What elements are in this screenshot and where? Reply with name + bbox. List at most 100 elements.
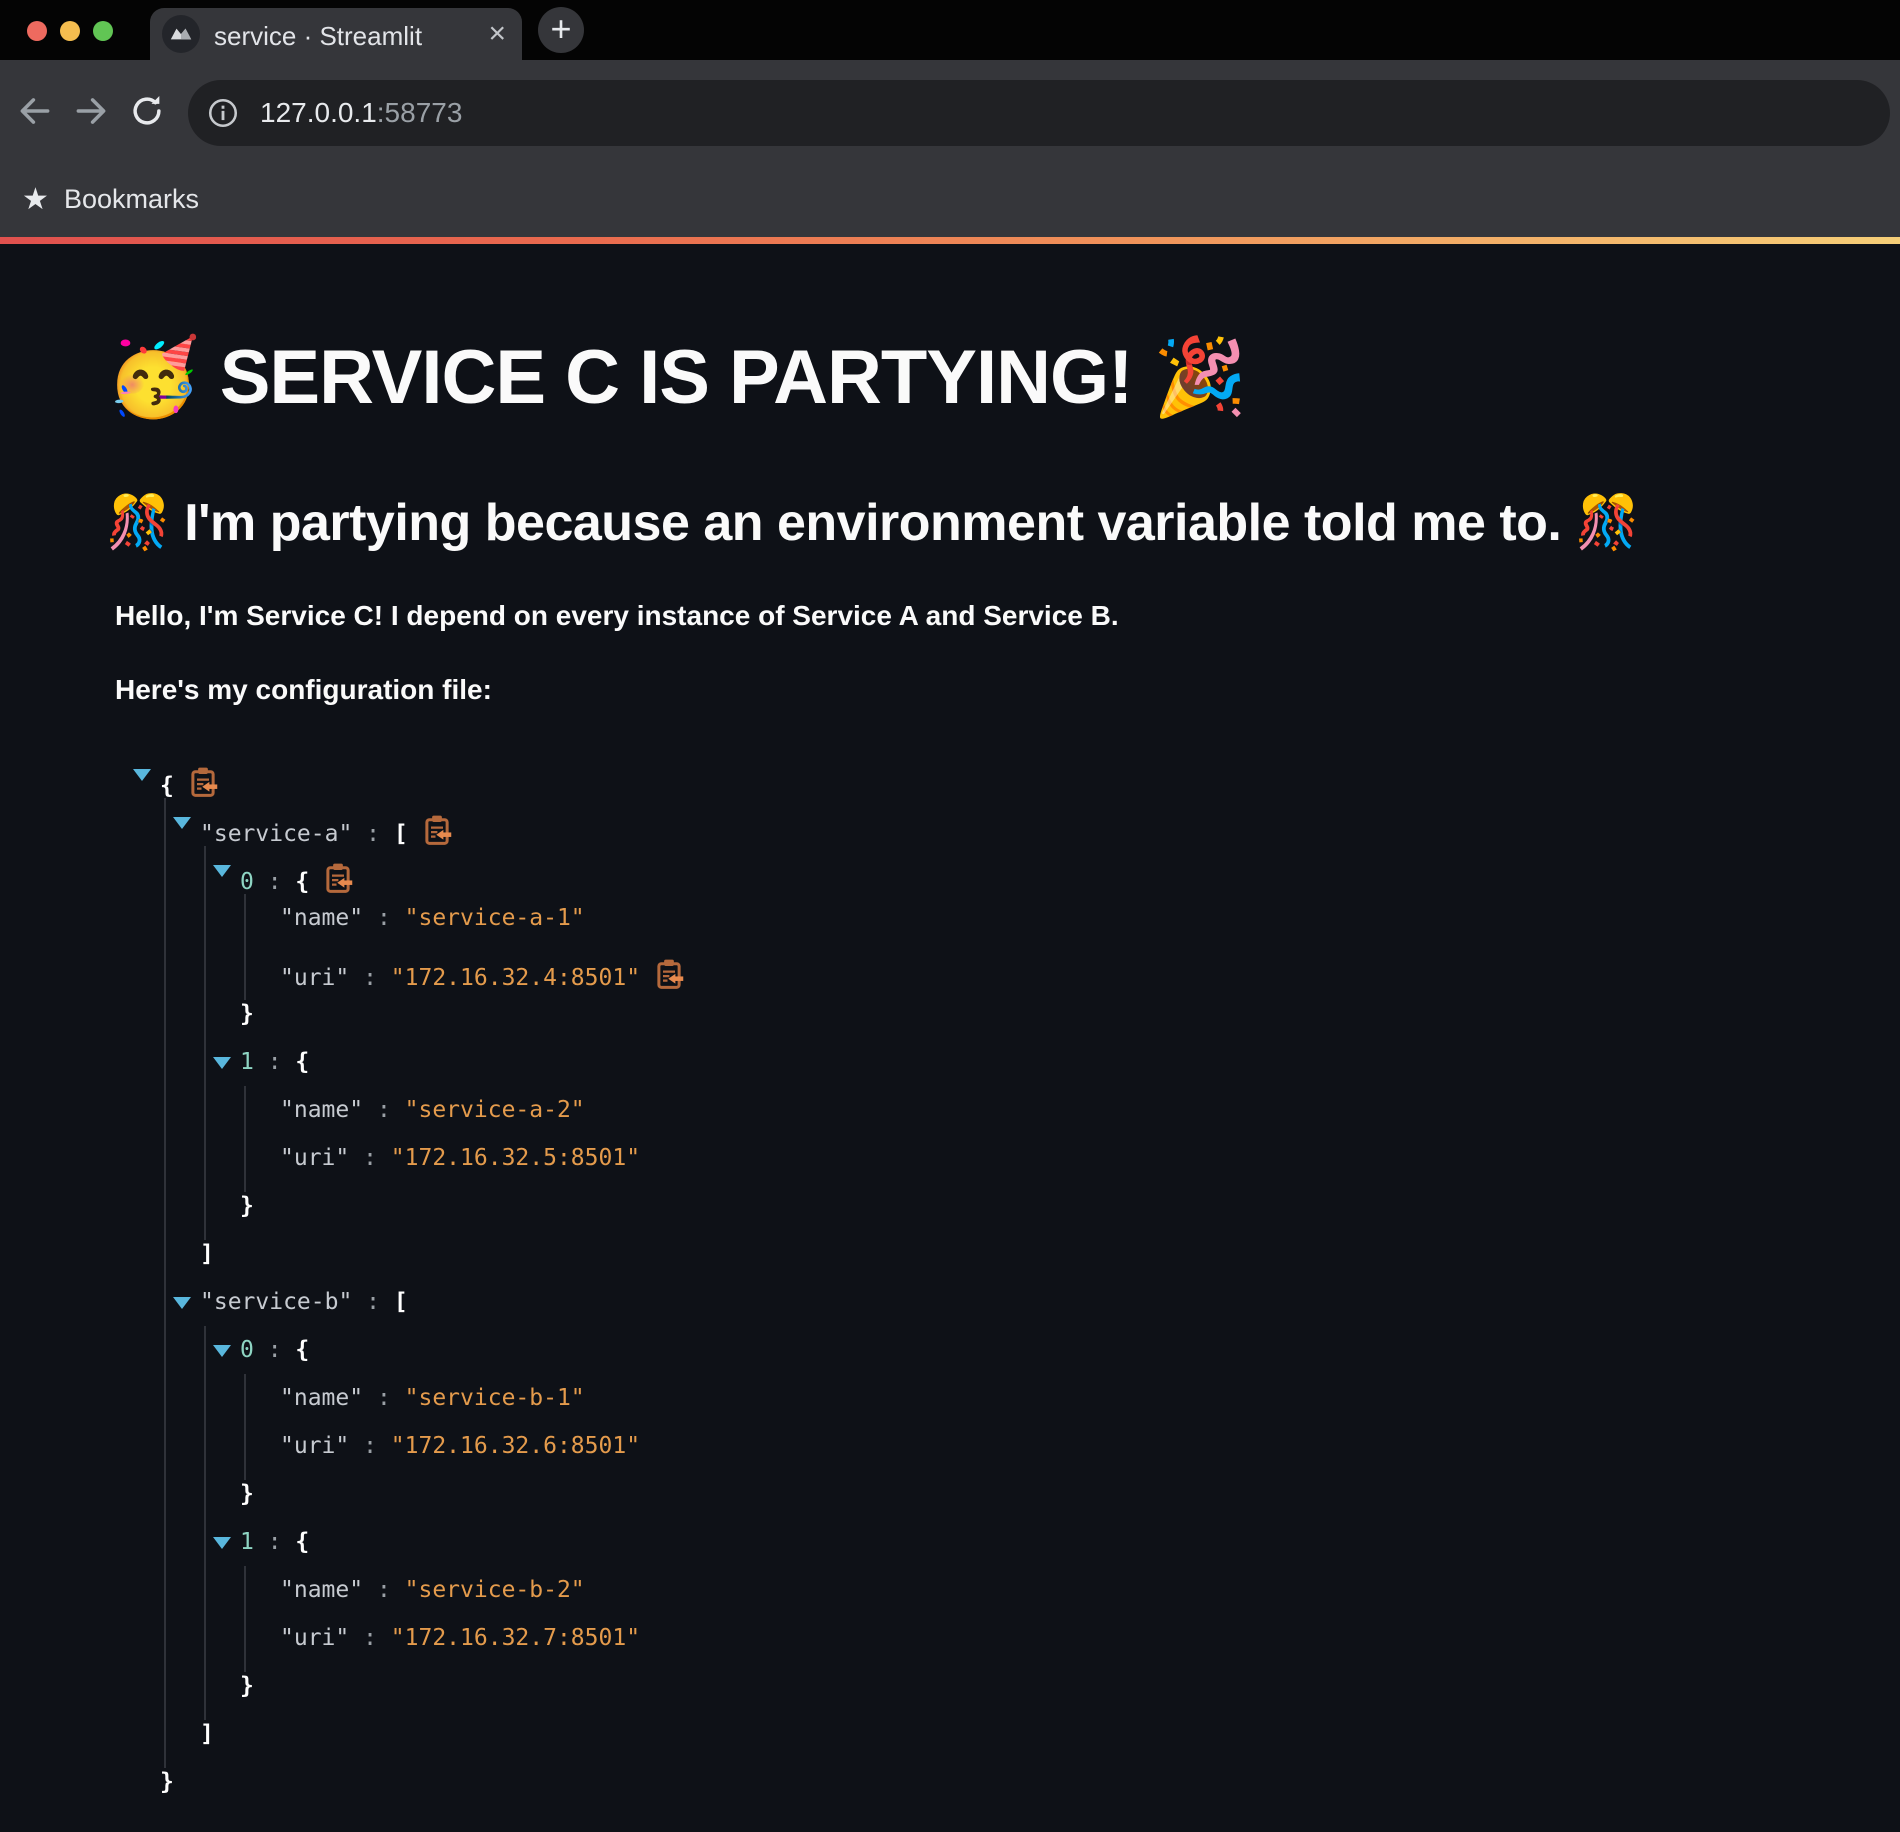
json-array-index: 1 [240,1529,254,1555]
json-array-index: 1 [240,1049,254,1075]
config-label: Here's my configuration file: [115,674,492,706]
indent-guide-line [244,1566,246,1672]
json-row: "name" : "service-b-1" [0,1376,1900,1424]
bookmarks-bar: ★ Bookmarks [0,165,1900,237]
json-row: } [0,1472,1900,1520]
json-row: "service-b" : [ [0,1280,1900,1328]
json-value: "172.16.32.6:8501" [391,1433,640,1459]
traffic-light-close-button[interactable] [27,21,47,41]
json-row: 0 : { [0,848,1900,896]
browser-window: service · Streamlit × + 127.0.0.1:58773 … [0,0,1900,1832]
json-array-index: 0 [240,869,254,895]
reload-icon[interactable] [128,92,166,130]
json-value: "service-a-1" [405,905,585,931]
json-colon: : [352,1289,394,1315]
json-row: } [0,992,1900,1040]
copy-to-clipboard-icon[interactable] [422,814,452,846]
url-bar[interactable]: 127.0.0.1:58773 [188,80,1890,146]
bookmarks-label[interactable]: Bookmarks [64,184,199,215]
json-key: "uri" [280,1433,349,1459]
tab-title: service · Streamlit [214,21,422,52]
indent-guide-line [164,798,166,1768]
forward-icon[interactable] [72,92,110,130]
json-row: "uri" : "172.16.32.7:8501" [0,1616,1900,1664]
json-row: "service-a" : [ [0,800,1900,848]
expand-arrow-icon[interactable] [213,865,231,877]
json-row: 1 : { [0,1520,1900,1568]
copy-to-clipboard-icon[interactable] [654,958,684,990]
browser-toolbar: 127.0.0.1:58773 [0,60,1900,165]
json-row: ] [0,1232,1900,1280]
copy-to-clipboard-icon[interactable] [323,862,353,894]
json-colon: : [363,1097,405,1123]
expand-arrow-icon[interactable] [173,817,191,829]
tab-strip: service · Streamlit × + [0,0,1900,60]
json-key: "uri" [280,965,349,991]
json-key: "name" [280,1577,363,1603]
json-value: "service-b-2" [405,1577,585,1603]
page-subtitle: 🎊 I'm partying because an environment va… [106,492,1640,553]
json-brace: { [295,1529,309,1555]
indent-guide-line [244,894,246,1000]
tab-close-icon[interactable]: × [488,16,506,52]
url-text[interactable]: 127.0.0.1:58773 [260,97,462,129]
json-key: "name" [280,1385,363,1411]
json-key: "name" [280,1097,363,1123]
json-colon: : [363,1577,405,1603]
indent-guide-line [204,846,206,1240]
expand-arrow-icon[interactable] [213,1345,231,1357]
json-row: } [0,1760,1900,1808]
json-row: "uri" : "172.16.32.5:8501" [0,1136,1900,1184]
json-colon: : [254,1529,296,1555]
indent-guide-line [244,1086,246,1192]
new-tab-button[interactable]: + [538,7,584,53]
json-brace: } [240,1481,254,1507]
back-icon[interactable] [16,92,54,130]
copy-to-clipboard-icon[interactable] [188,766,218,798]
json-array-index: 0 [240,1337,254,1363]
json-colon: : [352,821,394,847]
json-colon: : [254,1337,296,1363]
json-brace: } [160,1769,174,1795]
traffic-light-zoom-button[interactable] [93,21,113,41]
json-colon: : [363,1385,405,1411]
intro-text: Hello, I'm Service C! I depend on every … [115,600,1119,632]
streamlit-favicon [162,15,200,53]
url-host: 127.0.0.1 [260,97,377,128]
json-value: "172.16.32.4:8501" [391,965,640,991]
expand-arrow-icon[interactable] [213,1537,231,1549]
expand-arrow-icon[interactable] [133,769,151,781]
json-brace: } [240,1001,254,1027]
json-value: "172.16.32.5:8501" [391,1145,640,1171]
json-key: "service-a" [200,821,352,847]
json-brace: [ [394,1289,408,1315]
bookmarks-star-icon[interactable]: ★ [22,181,49,219]
json-brace: { [295,1049,309,1075]
json-value: "172.16.32.7:8501" [391,1625,640,1651]
expand-arrow-icon[interactable] [213,1057,231,1069]
json-row: "uri" : "172.16.32.4:8501" [0,944,1900,992]
json-row: 1 : { [0,1040,1900,1088]
json-key: "uri" [280,1145,349,1171]
json-brace: ] [200,1241,214,1267]
json-row: "name" : "service-b-2" [0,1568,1900,1616]
json-brace: { [295,1337,309,1363]
traffic-light-minimize-button[interactable] [60,21,80,41]
json-key: "service-b" [200,1289,352,1315]
json-row: ] [0,1712,1900,1760]
json-row: "name" : "service-a-2" [0,1088,1900,1136]
json-key: "uri" [280,1625,349,1651]
json-row: "name" : "service-a-1" [0,896,1900,944]
expand-arrow-icon[interactable] [173,1297,191,1309]
streamlit-decoration-bar [0,237,1900,244]
json-value: "service-b-1" [405,1385,585,1411]
json-colon: : [363,905,405,931]
json-value: "service-a-2" [405,1097,585,1123]
json-row: { [0,752,1900,800]
json-key: "name" [280,905,363,931]
json-colon: : [349,1625,391,1651]
browser-tab[interactable]: service · Streamlit × [150,8,522,60]
json-viewer: {"service-a" : [0 : {"name" : "service-a… [0,752,1900,1832]
indent-guide-line [244,1374,246,1480]
site-info-icon[interactable] [206,96,240,130]
